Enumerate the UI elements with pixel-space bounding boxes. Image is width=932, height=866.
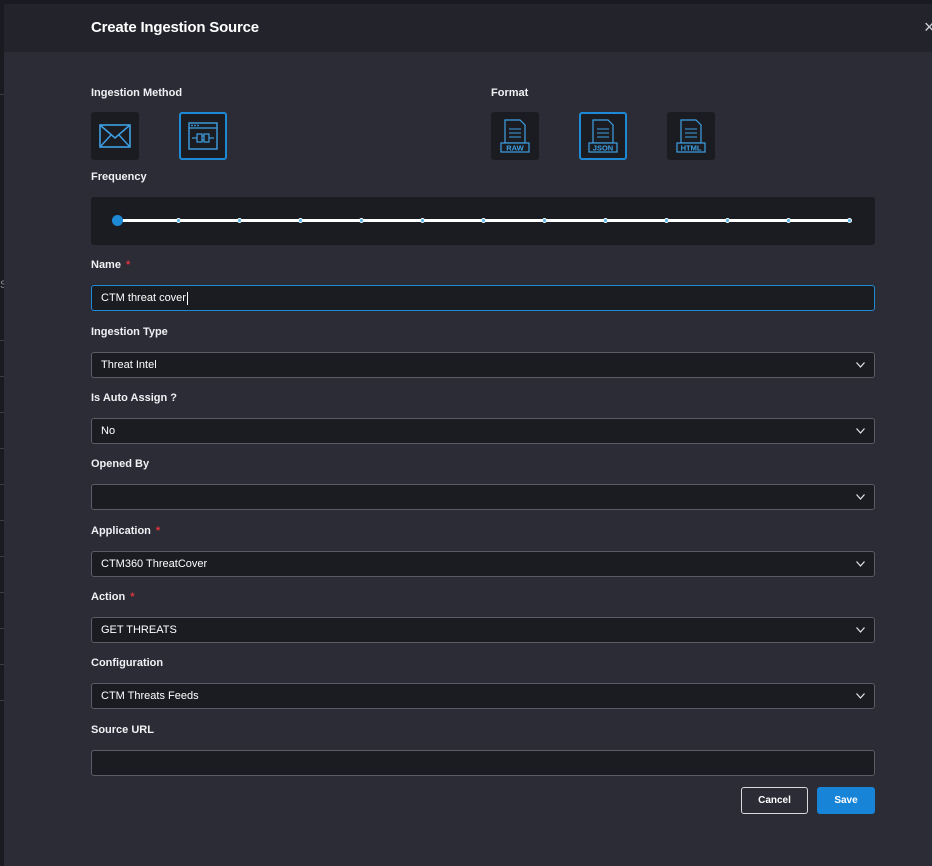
frequency-slider-tick[interactable] [358,218,364,223]
application-select[interactable]: CTM360 ThreatCover [91,551,875,577]
frequency-slider-tick[interactable] [297,218,303,223]
frequency-slider-tick[interactable] [175,218,181,223]
required-marker: * [130,591,135,603]
chevron-down-icon [856,362,865,368]
create-ingestion-source-dialog: Create Ingestion Source × Ingestion Meth… [4,4,932,866]
frequency-label: Frequency [91,171,147,183]
html-file-icon: HTML [676,119,706,153]
api-connector-icon [188,122,218,150]
ingestion-type-value: Threat Intel [101,359,157,371]
action-select[interactable]: GET THREATS [91,617,875,643]
format-html[interactable]: HTML [667,112,715,160]
source-url-input[interactable] [91,750,875,776]
dialog-title: Create Ingestion Source [91,19,259,36]
format-label: Format [491,87,529,99]
ingestion-type-label: Ingestion Type [91,326,168,338]
configuration-select[interactable]: CTM Threats Feeds [91,683,875,709]
raw-file-label: RAW [506,144,524,153]
application-label: Application * [91,525,160,537]
raw-file-icon: RAW [500,119,530,153]
ingestion-method-api[interactable] [179,112,227,160]
ingestion-method-email[interactable] [91,112,139,160]
format-raw[interactable]: RAW [491,112,539,160]
action-value: GET THREATS [101,624,177,636]
text-cursor [186,291,188,305]
frequency-slider-tick[interactable] [846,218,852,223]
application-label-text: Application [91,525,151,537]
action-label: Action * [91,591,135,603]
chevron-down-icon [856,561,865,567]
frequency-slider-tick[interactable] [724,218,730,223]
name-label: Name * [91,259,130,271]
frequency-slider-tick[interactable] [541,218,547,223]
html-file-label: HTML [681,144,702,153]
configuration-value: CTM Threats Feeds [101,690,199,702]
frequency-slider-tick[interactable] [785,218,791,223]
name-input-value: CTM threat cover [101,292,186,304]
auto-assign-label: Is Auto Assign ? [91,392,177,404]
dialog-header: Create Ingestion Source × [4,4,932,52]
name-input[interactable]: CTM threat cover [91,285,875,311]
frequency-slider [91,197,875,245]
auto-assign-select[interactable]: No [91,418,875,444]
close-icon[interactable]: × [924,17,932,37]
frequency-slider-tick[interactable] [663,218,669,223]
required-marker: * [125,259,131,271]
source-url-label: Source URL [91,724,154,736]
chevron-down-icon [856,428,865,434]
chevron-down-icon [856,627,865,633]
frequency-slider-tick[interactable] [419,218,425,223]
save-button[interactable]: Save [817,787,875,814]
json-file-icon: JSON [588,119,618,153]
configuration-label: Configuration [91,657,164,669]
frequency-slider-tick[interactable] [236,218,242,223]
required-marker: * [155,525,161,537]
frequency-slider-handle[interactable] [112,215,123,226]
opened-by-label: Opened By [91,458,150,470]
cancel-button[interactable]: Cancel [741,787,808,814]
ingestion-type-select[interactable]: Threat Intel [91,352,875,378]
mail-icon [99,124,131,148]
json-file-label: JSON [593,144,613,153]
opened-by-select[interactable] [91,484,875,510]
frequency-slider-tick[interactable] [602,218,608,223]
frequency-slider-tick[interactable] [480,218,486,223]
chevron-down-icon [856,494,865,500]
chevron-down-icon [856,693,865,699]
application-value: CTM360 ThreatCover [101,558,208,570]
format-json[interactable]: JSON [579,112,627,160]
name-label-text: Name [91,259,121,271]
auto-assign-value: No [101,425,116,437]
ingestion-method-label: Ingestion Method [91,87,183,99]
action-label-text: Action [91,591,126,603]
